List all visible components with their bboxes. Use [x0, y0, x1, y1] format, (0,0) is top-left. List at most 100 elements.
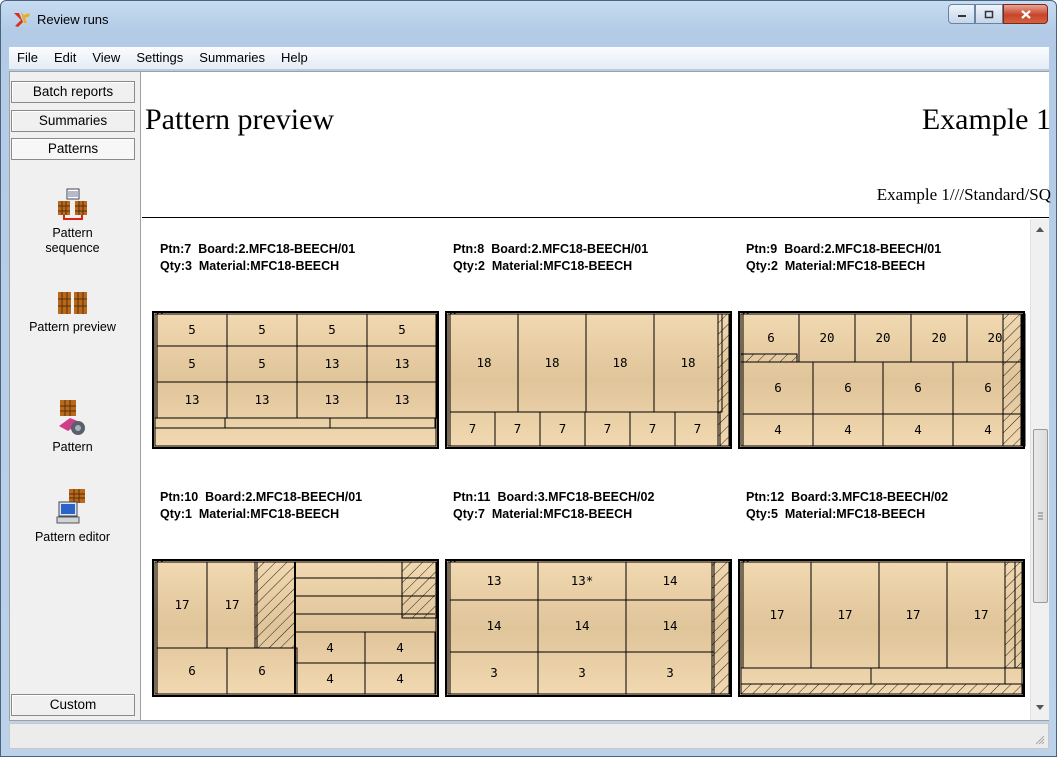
- part-label: 6: [188, 663, 196, 678]
- part-label: 17: [769, 607, 784, 622]
- pattern-card[interactable]: Ptn:8 Board:2.MFC18-BEECH/01 Qty:2 Materi…: [445, 241, 732, 449]
- pattern-qty-line: Qty:7 Material:MFC18-BEECH: [453, 507, 633, 521]
- pattern-item[interactable]: Pattern: [10, 398, 135, 455]
- tab-summaries[interactable]: Summaries: [11, 110, 135, 132]
- part-label: 4: [984, 422, 992, 437]
- pattern-board[interactable]: 17 17 17 17: [738, 559, 1027, 699]
- menu-summaries[interactable]: Summaries: [191, 47, 273, 69]
- pattern-qty-line: Qty:3 Material:MFC18-BEECH: [160, 259, 340, 273]
- pattern-grid[interactable]: Ptn:7 Board:2.MFC18-BEECH/01 Qty:3 Materi…: [142, 219, 1030, 720]
- part-label: 20: [819, 330, 834, 345]
- pattern-board[interactable]: 13 13* 14 14 14 14 3 3 3: [445, 559, 734, 699]
- part-label: 17: [174, 597, 189, 612]
- part-label: 17: [905, 607, 920, 622]
- part-label: 4: [396, 671, 404, 686]
- part-label: 7: [604, 421, 612, 436]
- resize-grip-icon[interactable]: [1035, 735, 1045, 745]
- pattern-icon: [58, 400, 85, 435]
- pattern-board[interactable]: 17 17 6 6 4 4 4 4: [152, 559, 441, 699]
- maximize-icon: [984, 10, 994, 18]
- scroll-down-icon[interactable]: [1036, 705, 1044, 710]
- pattern-info: Ptn:11 Board:3.MFC18-BEECH/02 Qty:7 Mater…: [453, 489, 654, 523]
- vertical-scrollbar[interactable]: [1030, 219, 1049, 720]
- pattern-label: Pattern: [52, 440, 93, 454]
- pattern-editor-label: Pattern editor: [34, 530, 111, 544]
- pattern-card[interactable]: Ptn:7 Board:2.MFC18-BEECH/01 Qty:3 Materi…: [152, 241, 439, 449]
- page-title: Pattern preview: [145, 103, 335, 136]
- pattern-preview-icon: [57, 292, 87, 314]
- part-label: 13: [324, 392, 339, 407]
- part-label: 17: [973, 607, 988, 622]
- part-label: 14: [486, 618, 501, 633]
- tab-batch-reports[interactable]: Batch reports: [11, 81, 135, 103]
- app-logo-icon: [14, 12, 30, 27]
- part-label: 14: [662, 618, 677, 633]
- minimize-button[interactable]: [948, 4, 975, 24]
- menu-view[interactable]: View: [84, 47, 128, 69]
- minimize-icon: [957, 15, 966, 17]
- part-label: 4: [396, 640, 404, 655]
- menu-edit[interactable]: Edit: [46, 47, 84, 69]
- pattern-sequence-label-2: sequence: [45, 241, 100, 255]
- scrollbar-thumb[interactable]: [1033, 429, 1048, 603]
- part-label: 6: [844, 380, 852, 395]
- part-label: 13: [254, 392, 269, 407]
- pattern-board[interactable]: 6 20 20 20 20 6 6 6 6 4 4 4 4: [738, 311, 1027, 451]
- pattern-card[interactable]: Ptn:12 Board:3.MFC18-BEECH/02 Qty:5 Mater…: [738, 489, 1025, 697]
- pattern-preview-label: Pattern preview: [29, 320, 116, 334]
- part-label: 4: [326, 640, 334, 655]
- part-label: 7: [559, 421, 567, 436]
- pattern-board-line: Ptn:7 Board:2.MFC18-BEECH/01: [160, 242, 356, 256]
- title-bar[interactable]: Review runs: [1, 1, 1056, 41]
- app-window: Review runs File Edit View Settings Summ…: [0, 0, 1057, 757]
- pattern-qty-line: Qty:2 Material:MFC18-BEECH: [453, 259, 633, 273]
- part-label: 3: [490, 665, 498, 680]
- menu-file[interactable]: File: [9, 47, 46, 69]
- part-label: 18: [476, 355, 491, 370]
- part-label: 7: [514, 421, 522, 436]
- pattern-board[interactable]: 5 5 5 5 5 5 13 13 13 13 13 13: [152, 311, 441, 451]
- run-path: Example 1///Standard/SQ: [876, 185, 1051, 204]
- part-label: 3: [666, 665, 674, 680]
- maximize-button[interactable]: [975, 4, 1003, 24]
- pattern-editor-item[interactable]: Pattern editor: [10, 488, 135, 545]
- tab-patterns[interactable]: Patterns: [11, 138, 135, 160]
- pattern-qty-line: Qty:5 Material:MFC18-BEECH: [746, 507, 926, 521]
- part-label: 14: [662, 573, 677, 588]
- pattern-info: Ptn:7 Board:2.MFC18-BEECH/01 Qty:3 Materi…: [160, 241, 355, 275]
- part-label: 20: [987, 330, 1002, 345]
- pattern-sequence-icon: [57, 188, 87, 220]
- scroll-up-icon[interactable]: [1036, 227, 1044, 232]
- pattern-card[interactable]: Ptn:10 Board:2.MFC18-BEECH/01 Qty:1 Mater…: [152, 489, 439, 697]
- pattern-info: Ptn:10 Board:2.MFC18-BEECH/01 Qty:1 Mater…: [160, 489, 362, 523]
- pattern-board[interactable]: 18 18 18 18 7 7 7 7 7 7: [445, 311, 734, 451]
- part-label: 13: [324, 356, 339, 371]
- pattern-qty-line: Qty:1 Material:MFC18-BEECH: [160, 507, 340, 521]
- tab-custom[interactable]: Custom: [11, 694, 135, 716]
- part-label: 13*: [571, 573, 594, 588]
- menu-settings[interactable]: Settings: [128, 47, 191, 69]
- part-label: 4: [844, 422, 852, 437]
- part-label: 18: [544, 355, 559, 370]
- part-label: 6: [984, 380, 992, 395]
- part-label: 5: [398, 322, 406, 337]
- part-label: 5: [258, 322, 266, 337]
- status-bar: [9, 723, 1049, 749]
- part-label: 13: [394, 356, 409, 371]
- pattern-sequence-item[interactable]: Pattern sequence: [10, 188, 135, 256]
- pattern-preview-item[interactable]: Pattern preview: [10, 290, 135, 335]
- menu-help[interactable]: Help: [273, 47, 316, 69]
- part-label: 20: [875, 330, 890, 345]
- part-label: 18: [680, 355, 695, 370]
- main-panel: Pattern preview Example 1 Example 1///St…: [142, 72, 1051, 720]
- pattern-board-line: Ptn:10 Board:2.MFC18-BEECH/01: [160, 490, 363, 504]
- pattern-card[interactable]: Ptn:11 Board:3.MFC18-BEECH/02 Qty:7 Mater…: [445, 489, 732, 697]
- report-header: Pattern preview Example 1 Example 1///St…: [142, 72, 1051, 218]
- close-button[interactable]: [1003, 4, 1048, 24]
- part-label: 6: [258, 663, 266, 678]
- part-label: 13: [486, 573, 501, 588]
- pattern-card[interactable]: Ptn:9 Board:2.MFC18-BEECH/01 Qty:2 Materi…: [738, 241, 1026, 449]
- part-label: 17: [837, 607, 852, 622]
- window-title: Review runs: [37, 12, 109, 27]
- close-icon: [1020, 9, 1031, 19]
